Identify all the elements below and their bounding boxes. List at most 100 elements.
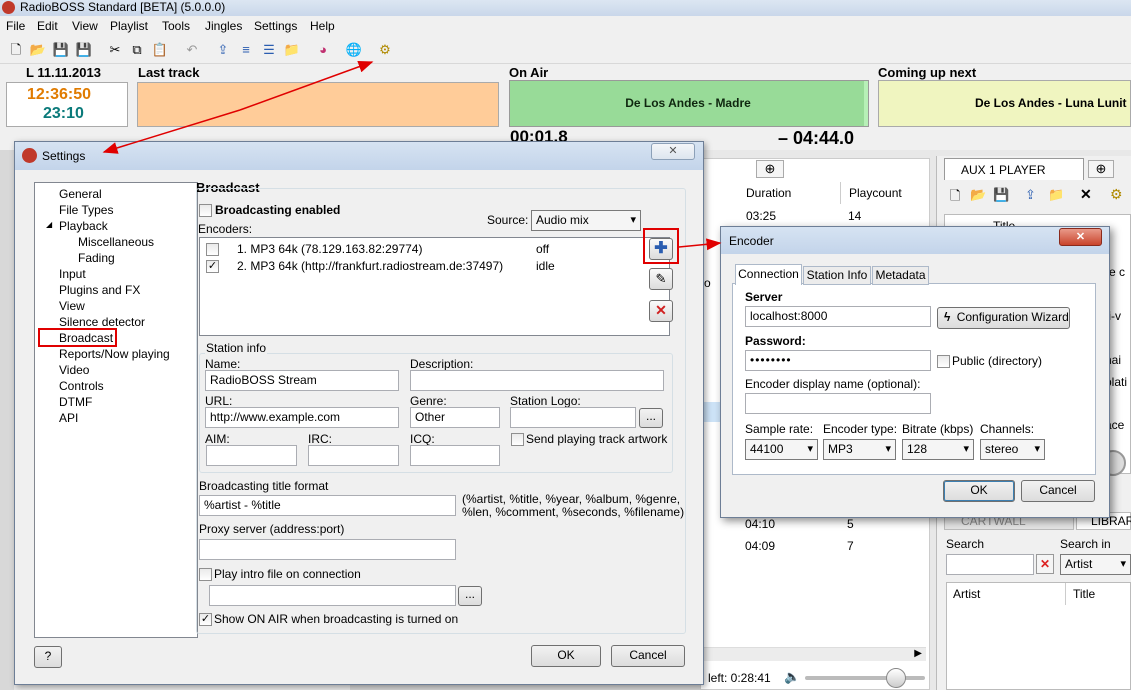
encoder-tab-metadata[interactable]: Metadata — [872, 266, 929, 285]
library-col-artist[interactable]: Artist — [953, 587, 980, 601]
intro-file-input[interactable] — [209, 585, 456, 606]
encoder-cancel-button[interactable]: Cancel — [1021, 480, 1095, 502]
tree-miscellaneous[interactable]: Miscellaneous — [78, 235, 154, 249]
irc-input[interactable] — [308, 445, 399, 466]
tree-silence-detector[interactable]: Silence detector — [59, 315, 145, 329]
settings-help-button[interactable]: ? — [34, 646, 62, 668]
aux-gear-icon[interactable]: ⚙ — [1110, 186, 1123, 203]
clear-search-icon[interactable]: ✕ — [1036, 554, 1054, 574]
volume-handle[interactable] — [886, 668, 906, 688]
search-in-select[interactable]: Artist — [1060, 554, 1131, 575]
save-all-icon[interactable]: 💾 — [75, 41, 93, 59]
menu-playlist[interactable]: Playlist — [110, 19, 148, 33]
genre-input[interactable]: Other — [410, 407, 500, 428]
title-format-input[interactable]: %artist - %title — [199, 495, 456, 516]
play-intro-checkbox[interactable] — [199, 568, 212, 581]
server-input[interactable]: localhost:8000 — [745, 306, 931, 327]
encoder-type-select[interactable]: MP3 — [823, 439, 896, 460]
add-encoder-button[interactable]: ✚ — [649, 238, 673, 260]
public-checkbox[interactable] — [937, 355, 950, 368]
broadcasting-enabled-checkbox[interactable] — [199, 204, 212, 217]
channels-select[interactable]: stereo — [980, 439, 1045, 460]
tree-playback[interactable]: Playback — [59, 219, 108, 233]
volume-icon[interactable]: 🔈 — [784, 669, 800, 685]
bitrate-select[interactable]: 128 — [902, 439, 974, 460]
sample-rate-select[interactable]: 44100 — [745, 439, 818, 460]
configuration-wizard-button[interactable]: ϟ Configuration Wizard — [937, 307, 1070, 329]
aux-add-icon[interactable]: ⇪ — [1025, 187, 1036, 203]
edit-encoder-button[interactable]: ✎ — [649, 268, 673, 290]
library-search-input[interactable] — [946, 554, 1034, 575]
aux-add-tab-icon[interactable]: ⊕ — [1088, 160, 1114, 178]
tree-fading[interactable]: Fading — [78, 251, 115, 265]
encoder-close-button[interactable]: ✕ — [1059, 228, 1102, 246]
volume-slider[interactable] — [805, 676, 925, 680]
menu-edit[interactable]: Edit — [37, 19, 58, 33]
add-folder-icon[interactable]: 📁 — [283, 41, 301, 59]
open-folder-icon[interactable]: 📂 — [29, 41, 47, 59]
playlist-add-tab-icon[interactable]: ⊕ — [756, 160, 784, 178]
coming-next-panel[interactable]: De Los Andes - Luna Lunit — [878, 80, 1131, 127]
save-icon[interactable]: 💾 — [52, 41, 70, 59]
tree-general[interactable]: General — [59, 187, 102, 201]
encoder-ok-button[interactable]: OK — [943, 480, 1015, 502]
intro-file-browse-button[interactable]: ... — [458, 586, 482, 606]
aux-new-icon[interactable]: 🗋 — [950, 187, 960, 209]
aux-tab[interactable]: AUX 1 PLAYER — [944, 158, 1084, 180]
delete-encoder-button[interactable]: ✕ — [649, 300, 673, 322]
station-logo-browse-button[interactable]: ... — [639, 408, 663, 428]
icq-input[interactable] — [410, 445, 500, 466]
paste-icon[interactable]: 📋 — [151, 41, 169, 59]
description-input[interactable] — [410, 370, 664, 391]
aux-folder-icon[interactable]: 📁 — [1048, 187, 1064, 203]
menu-tools[interactable]: Tools — [162, 19, 190, 33]
encoder-tab-station-info[interactable]: Station Info — [803, 266, 871, 285]
show-on-air-checkbox[interactable]: ✓ — [199, 613, 212, 626]
encoder-2-checkbox[interactable]: ✓ — [206, 260, 219, 273]
url-input[interactable]: http://www.example.com — [205, 407, 399, 428]
copy-icon[interactable]: ⧉ — [128, 41, 146, 59]
menu-file[interactable]: File — [6, 19, 25, 33]
menu-settings[interactable]: Settings — [254, 19, 297, 33]
tree-input[interactable]: Input — [59, 267, 86, 281]
tree-controls[interactable]: Controls — [59, 379, 104, 393]
add-multiple-icon[interactable]: ☰ — [260, 41, 278, 59]
aux-close-icon[interactable]: ✕ — [1080, 186, 1092, 203]
settings-ok-button[interactable]: OK — [531, 645, 601, 667]
add-track-icon[interactable]: ⇪ — [214, 41, 232, 59]
internet-icon[interactable]: 🌐 — [345, 41, 363, 59]
send-artwork-checkbox[interactable] — [511, 433, 524, 446]
settings-gear-icon[interactable]: ⚙ — [376, 41, 394, 59]
scroll-right-icon[interactable]: ▶ — [914, 648, 922, 659]
settings-close-button[interactable]: ✕ — [651, 143, 695, 160]
settings-cancel-button[interactable]: Cancel — [611, 645, 685, 667]
tree-api[interactable]: API — [59, 411, 78, 425]
statistics-icon[interactable]: ◕ — [314, 41, 332, 59]
menu-jingles[interactable]: Jingles — [205, 19, 242, 33]
menu-view[interactable]: View — [72, 19, 98, 33]
proxy-input[interactable] — [199, 539, 456, 560]
encoder-2-name[interactable]: 2. MP3 64k (http://frankfurt.radiostream… — [237, 259, 503, 273]
tree-dtmf[interactable]: DTMF — [59, 395, 92, 409]
source-select[interactable]: Audio mix — [531, 210, 641, 231]
encoder-1-name[interactable]: 1. MP3 64k (78.129.163.82:29774) — [237, 242, 422, 256]
menu-help[interactable]: Help — [310, 19, 335, 33]
tree-expand-icon[interactable]: ◢ — [46, 220, 52, 229]
playlist-col-duration[interactable]: Duration — [746, 186, 791, 200]
encoder-1-checkbox[interactable] — [206, 243, 219, 256]
name-input[interactable]: RadioBOSS Stream — [205, 370, 399, 391]
playlist-scrollbar[interactable]: ▶ — [704, 647, 926, 661]
aim-input[interactable] — [206, 445, 297, 466]
playlist-col-playcount[interactable]: Playcount — [849, 186, 902, 200]
add-list-icon[interactable]: ≡ — [237, 41, 255, 59]
password-input[interactable]: •••••••• — [745, 350, 931, 371]
undo-icon[interactable]: ↶ — [183, 41, 201, 59]
encoder-tab-connection[interactable]: Connection — [735, 264, 802, 285]
library-col-title[interactable]: Title — [1073, 587, 1095, 601]
new-icon[interactable]: 🗋 — [7, 41, 25, 59]
aux-save-icon[interactable]: 💾 — [993, 187, 1009, 203]
display-name-input[interactable] — [745, 393, 931, 414]
tree-plugins-fx[interactable]: Plugins and FX — [59, 283, 140, 297]
aux-open-icon[interactable]: 📂 — [970, 187, 986, 203]
tree-view[interactable]: View — [59, 299, 85, 313]
